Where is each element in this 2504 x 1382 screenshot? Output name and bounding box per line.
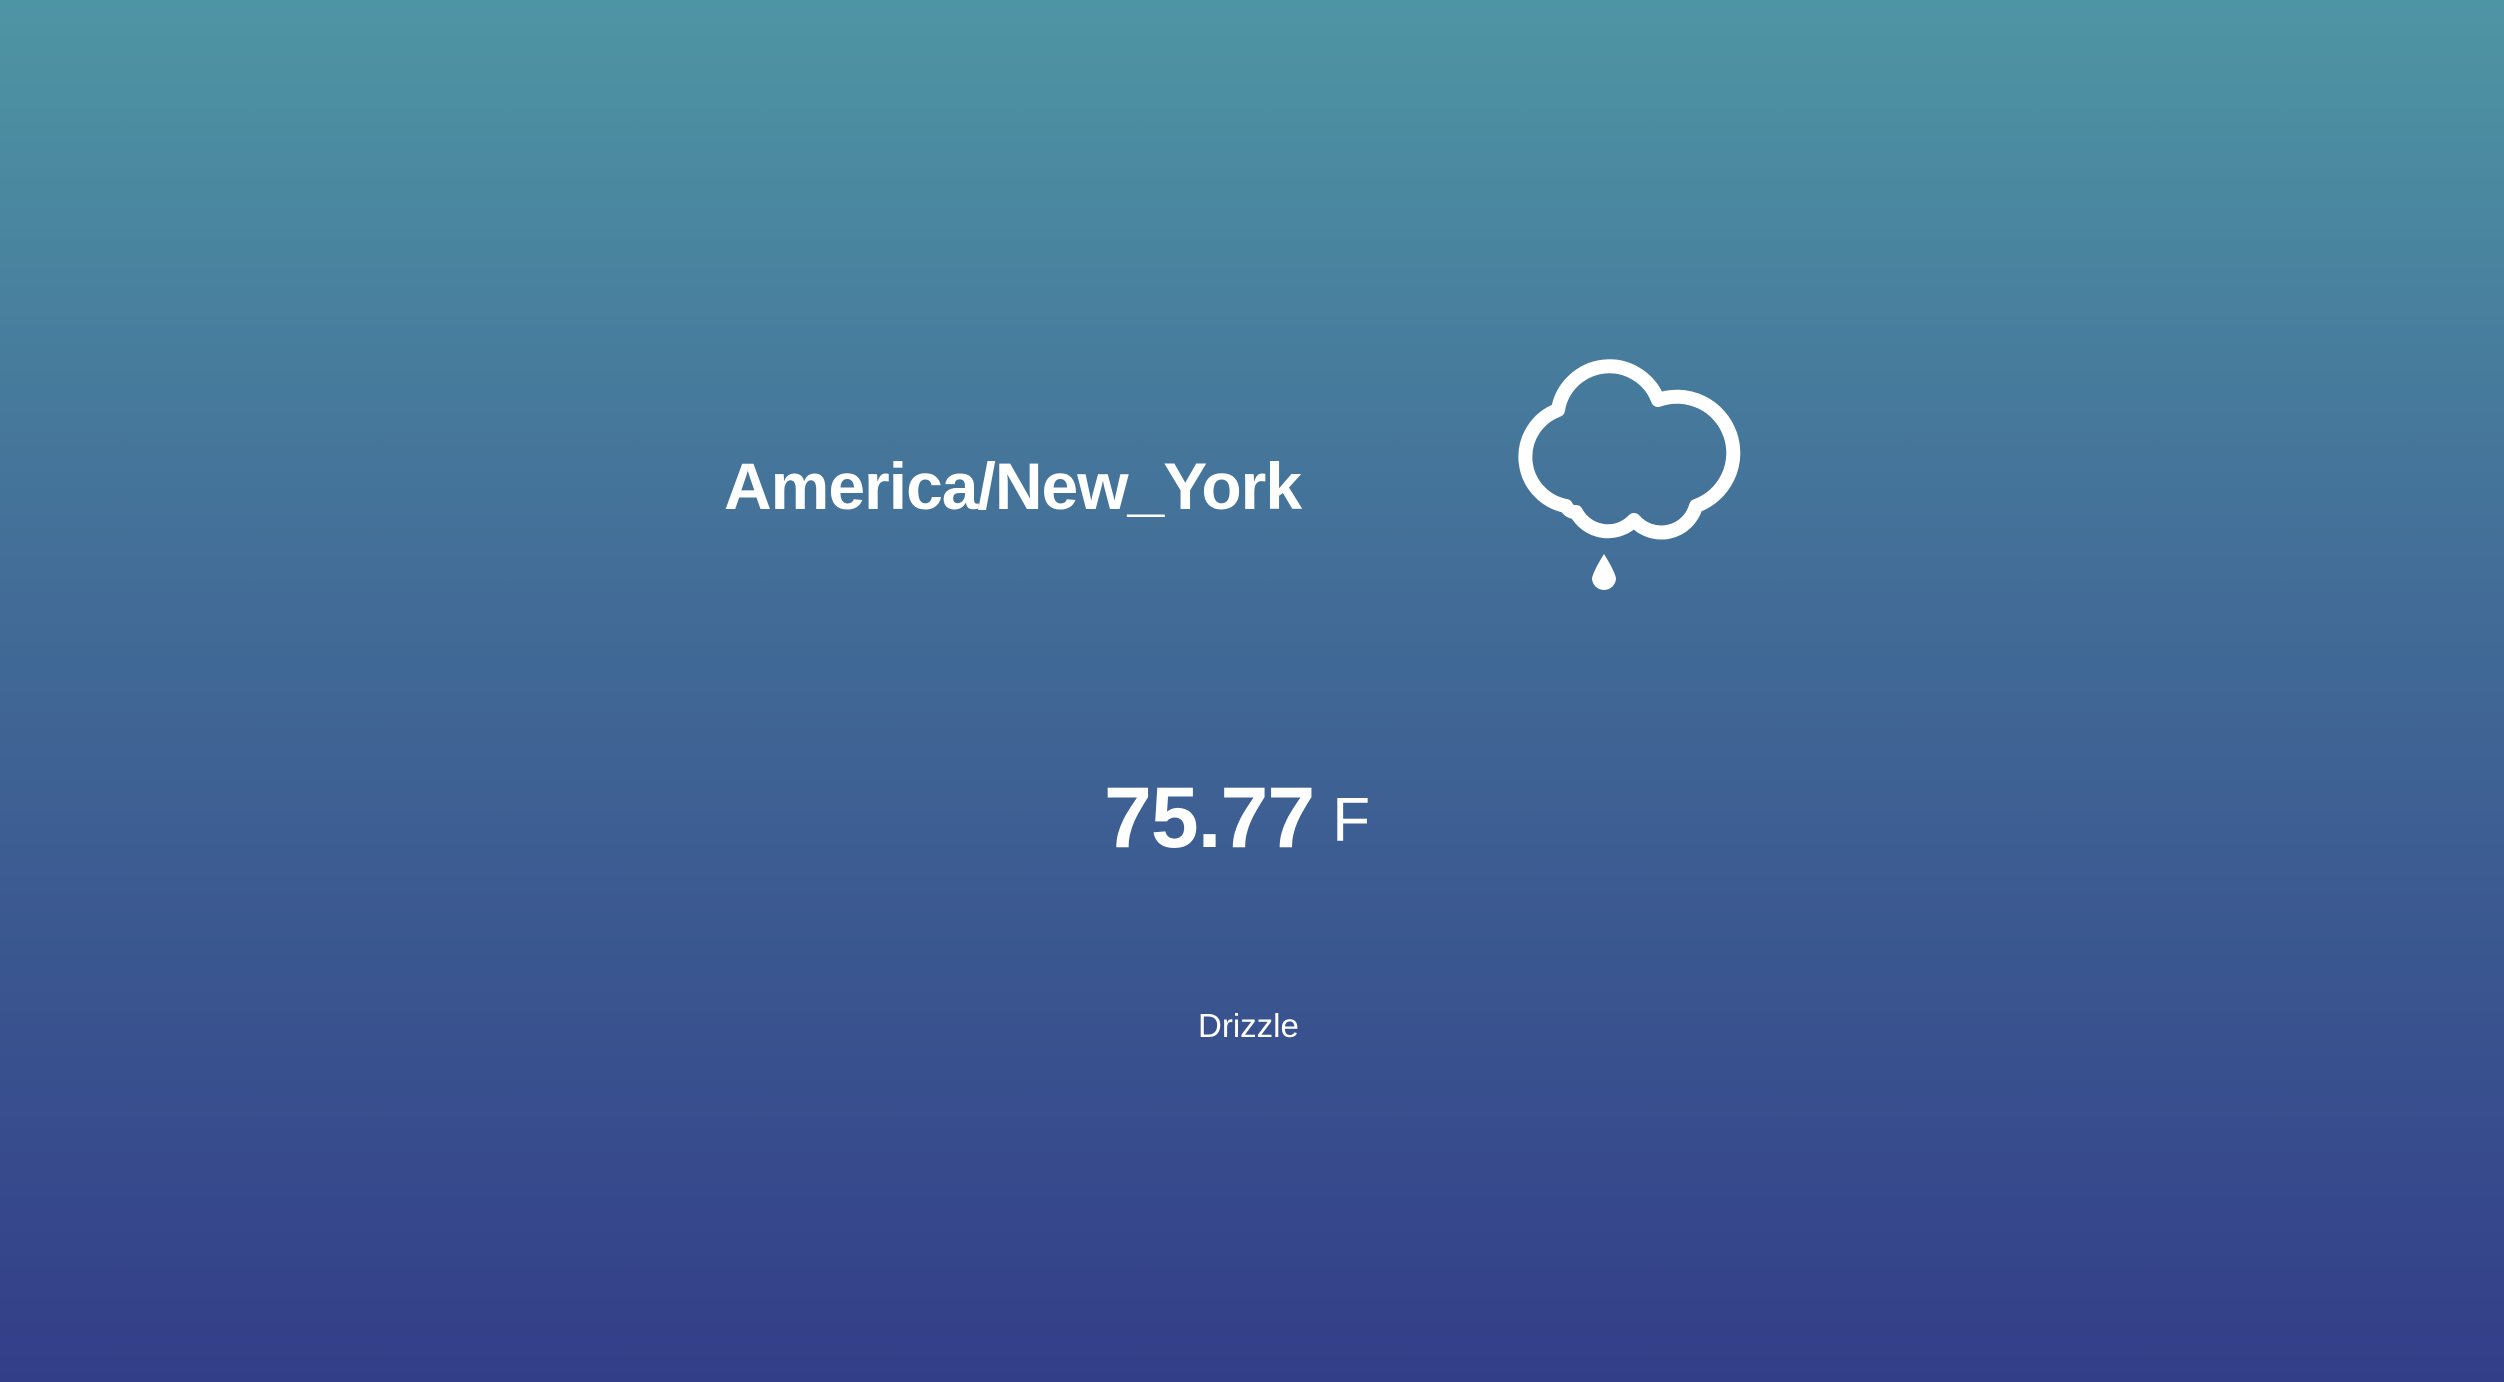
location-title: America/New_York — [724, 449, 1302, 523]
drizzle-cloud-icon — [1516, 352, 1766, 612]
temperature-display: 75.77 F — [1104, 768, 1370, 893]
weather-condition: Drizzle — [1198, 1007, 1299, 1044]
temperature-unit: F — [1332, 786, 1371, 855]
temperature-value: 75.77 — [1104, 770, 1315, 866]
weather-card: America/New_York 75.77 F Drizzle — [0, 0, 2504, 1382]
